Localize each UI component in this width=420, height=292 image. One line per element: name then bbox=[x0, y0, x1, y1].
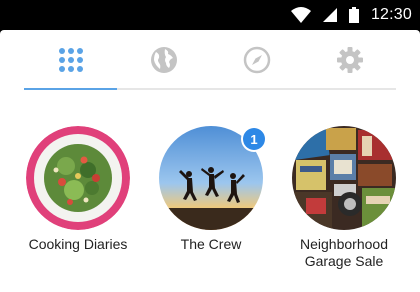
compass-icon bbox=[243, 46, 270, 74]
tab-indicator bbox=[24, 88, 117, 90]
group-avatar-wrap bbox=[292, 126, 396, 230]
salad-image bbox=[26, 126, 130, 230]
group-name: The Crew bbox=[180, 236, 242, 252]
garage-sale-image bbox=[292, 126, 396, 230]
signal-icon bbox=[322, 8, 337, 22]
wifi-icon bbox=[290, 7, 311, 23]
status-icons: 12:30 bbox=[290, 0, 412, 30]
group-avatar-wrap bbox=[26, 126, 130, 230]
groups-panel: Cooking Diaries 1 The Crew Neighborhood … bbox=[0, 30, 420, 292]
tab-settings[interactable] bbox=[303, 40, 396, 80]
group-avatar-wrap: 1 bbox=[159, 126, 265, 230]
status-time: 12:30 bbox=[370, 6, 412, 23]
group-name: Neighborhood Garage Sale bbox=[300, 236, 388, 269]
tab-compass[interactable] bbox=[210, 40, 303, 80]
tab-apps[interactable] bbox=[24, 40, 117, 80]
apps-grid-icon bbox=[58, 48, 83, 72]
group-the-crew[interactable]: 1 The Crew bbox=[151, 126, 271, 253]
group-cooking-diaries[interactable]: Cooking Diaries bbox=[18, 126, 138, 253]
tab-indicator-track bbox=[24, 88, 396, 90]
group-name: Cooking Diaries bbox=[28, 236, 128, 252]
tab-bar bbox=[24, 30, 396, 90]
notification-badge: 1 bbox=[243, 128, 265, 150]
status-bar: 12:30 bbox=[0, 0, 420, 30]
gear-icon bbox=[336, 47, 363, 73]
group-neighborhood-garage-sale[interactable]: Neighborhood Garage Sale bbox=[284, 126, 404, 270]
globe-icon bbox=[150, 47, 177, 73]
battery-icon bbox=[348, 7, 359, 23]
tab-globe[interactable] bbox=[117, 40, 210, 80]
